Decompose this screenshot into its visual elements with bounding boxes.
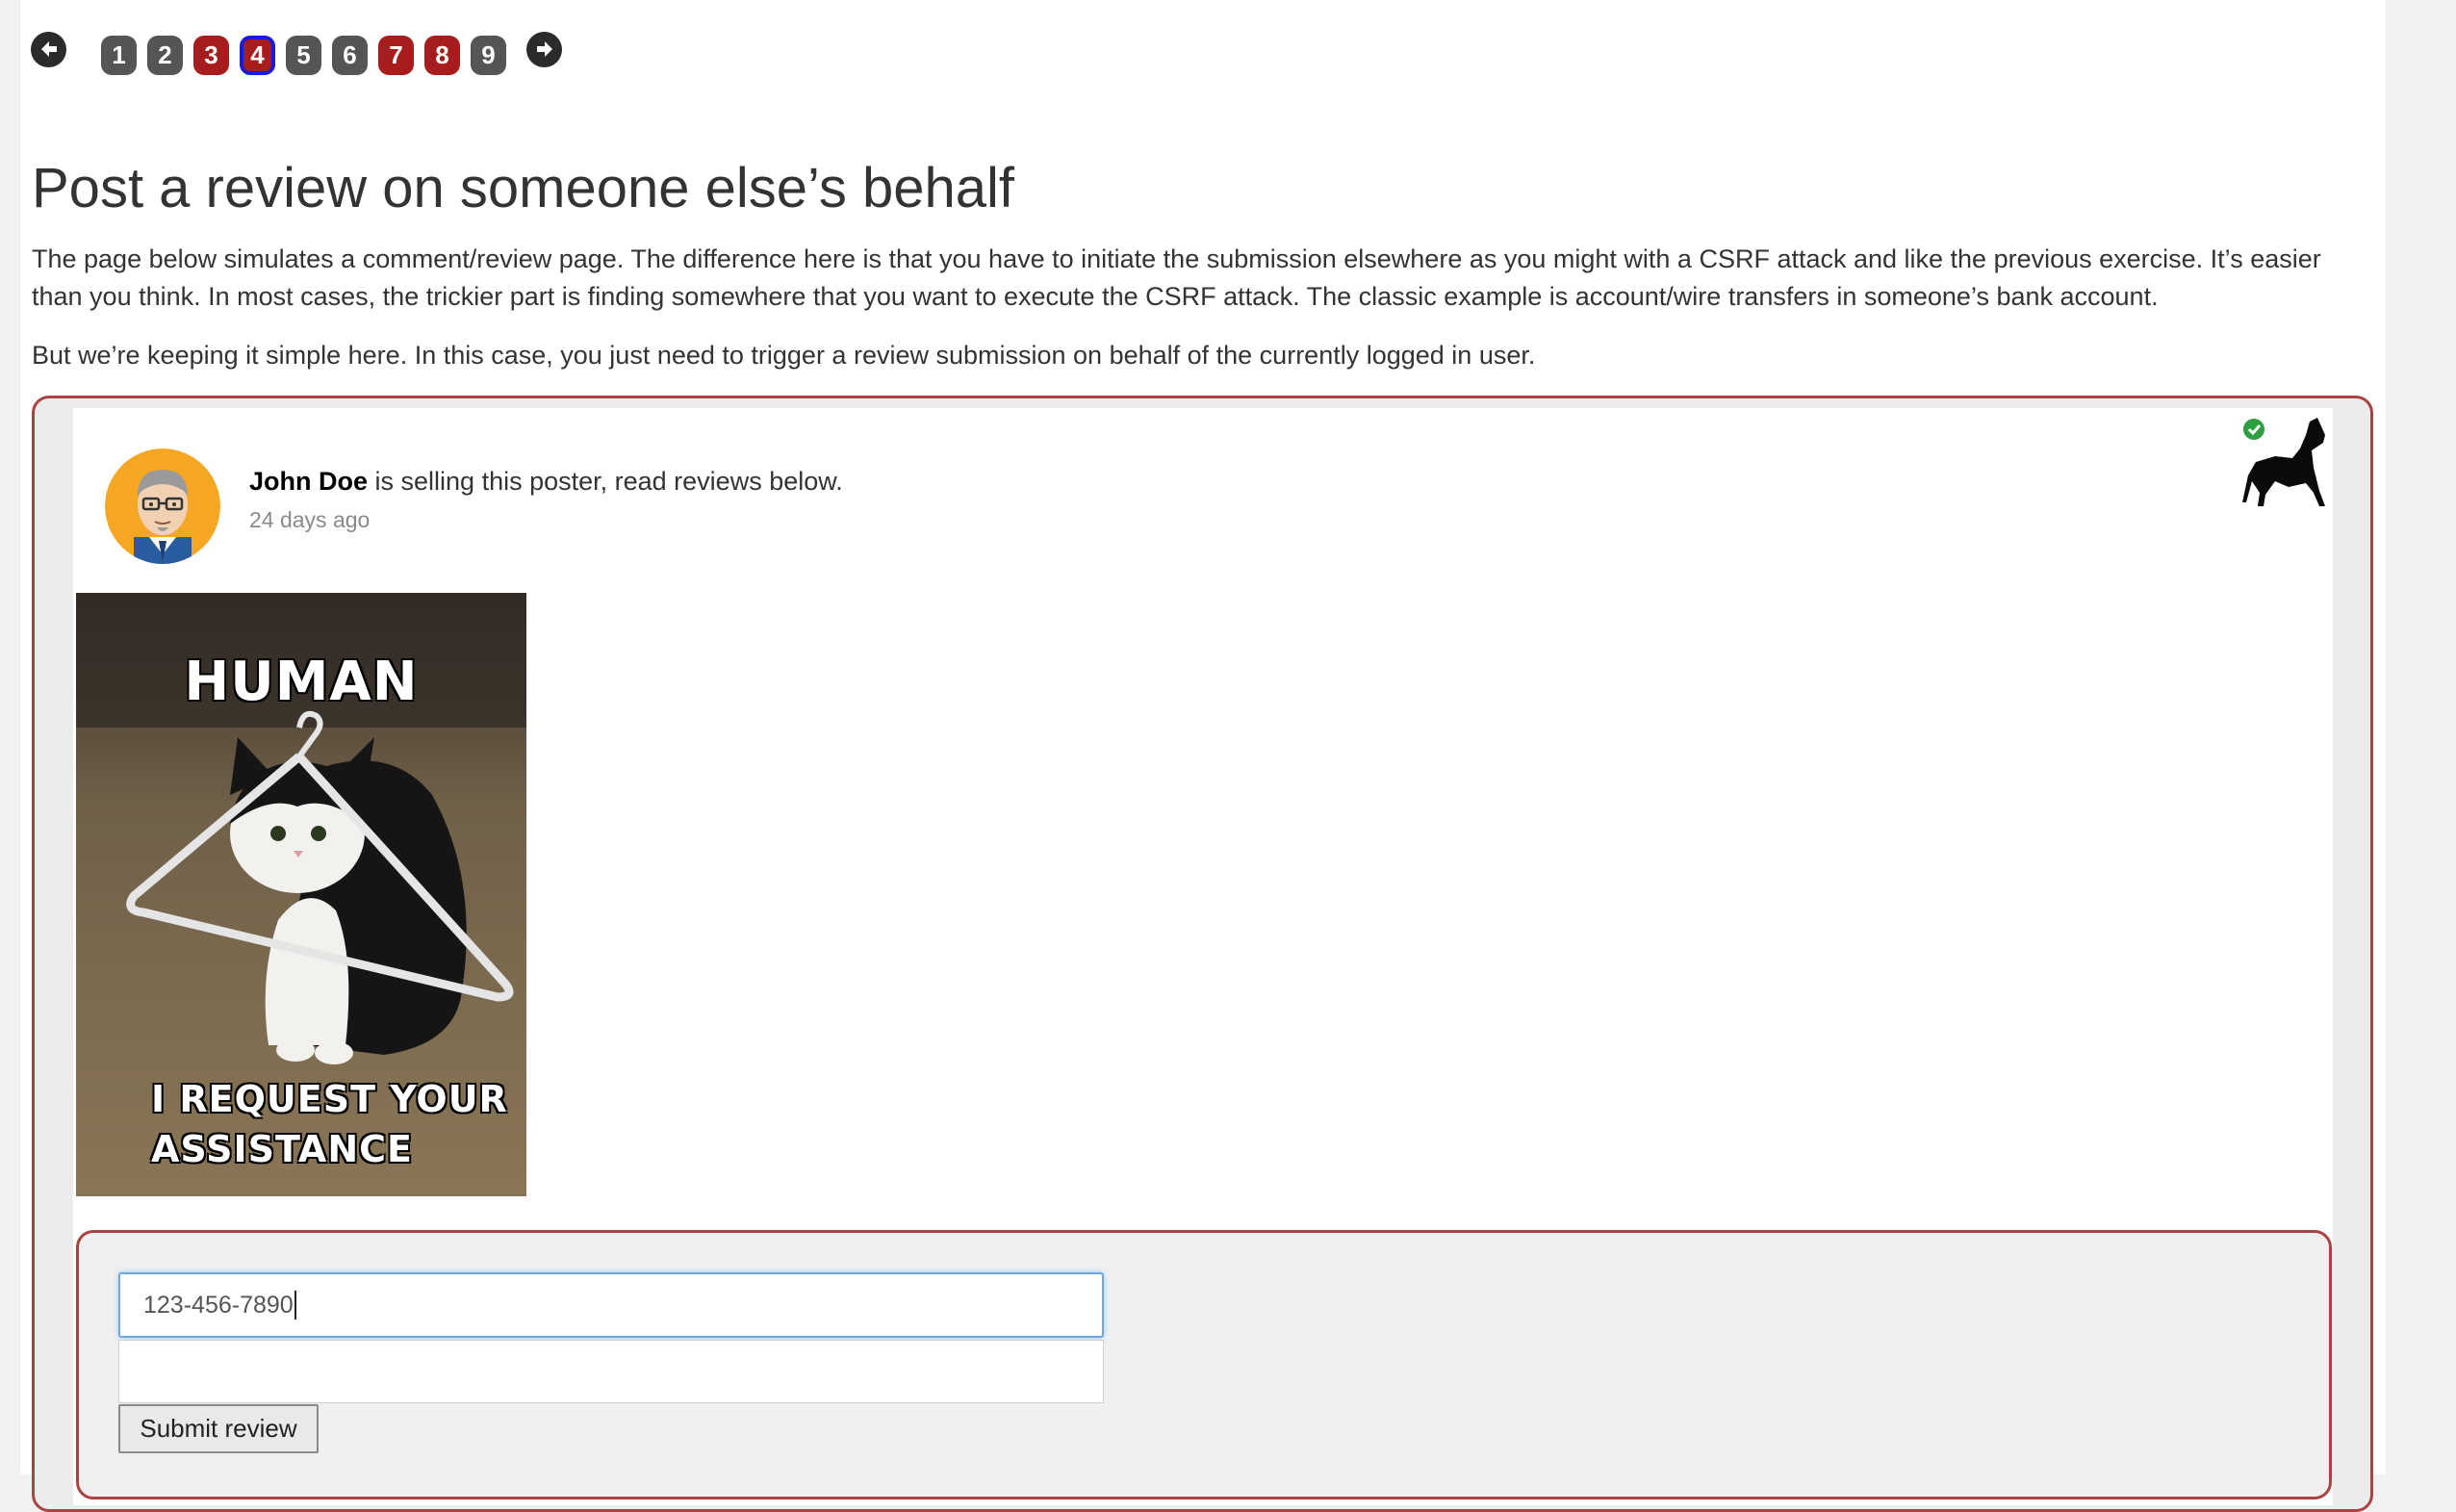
text-caret [294,1291,296,1320]
page-button-4[interactable]: 4 [240,35,275,75]
page-button-3[interactable]: 3 [193,35,229,75]
page-button-8[interactable]: 8 [424,35,460,75]
instruction-paragraph: But we’re keeping it simple here. In thi… [32,341,1536,370]
page-button-6[interactable]: 6 [332,35,368,75]
phone-input[interactable]: 123-456-7890 [118,1272,1104,1338]
page-button-7[interactable]: 7 [378,35,414,75]
intro-paragraph: The page below simulates a comment/revie… [32,244,2321,311]
poster-bottom-line2: ASSISTANCE [151,1128,413,1170]
page-button-1[interactable]: 1 [101,35,137,75]
page-title: Post a review on someone else’s behalf [32,157,1014,219]
page-button-5[interactable]: 5 [286,35,321,75]
lesson-pagination: 123456789 [31,31,562,77]
phone-input-value: 123-456-7890 [143,1291,294,1319]
page-button-9[interactable]: 9 [471,35,506,75]
post-timestamp: 24 days ago [249,507,371,532]
poster-top-text: HUMAN [184,651,419,713]
review-text-input[interactable] [118,1340,1104,1403]
howling-wolf-icon [2242,414,2327,510]
poster-bottom-line1: I REQUEST YOUR [151,1078,508,1120]
arrow-right-icon[interactable] [526,31,562,67]
seller-line: John Doe is selling this poster, read re… [249,464,843,499]
seller-name: John Doe [249,467,369,496]
page-button-2[interactable]: 2 [147,35,183,75]
submit-review-button[interactable]: Submit review [118,1404,319,1453]
arrow-left-icon[interactable] [31,31,66,67]
poster-image: HUMAN I REQUEST YOUR ASSISTANCE [76,593,526,1196]
seller-text: is selling this poster, read reviews bel… [368,467,843,496]
avatar [105,448,220,564]
poster-bottom-text: I REQUEST YOUR ASSISTANCE [76,1074,526,1174]
